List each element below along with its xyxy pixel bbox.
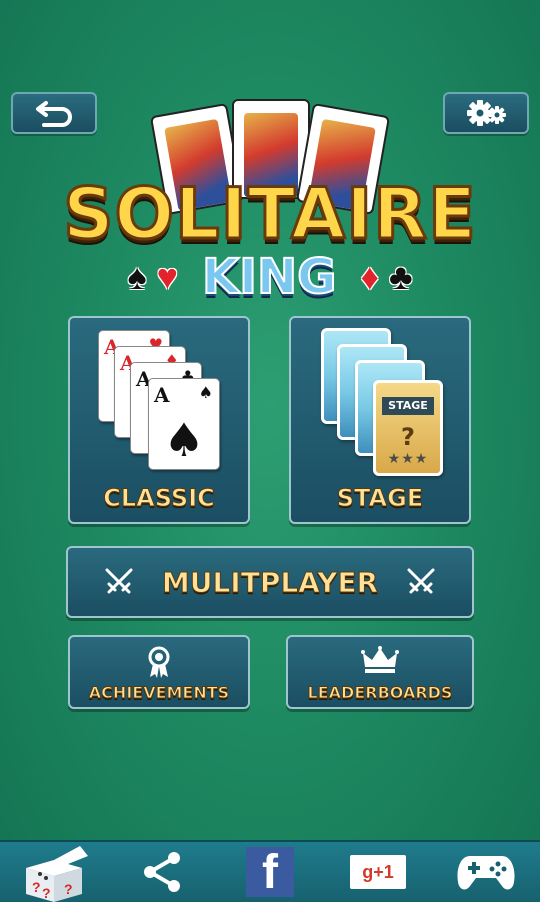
svg-text:?: ? xyxy=(64,881,73,897)
leaderboards-button[interactable]: LEADERBOARDS xyxy=(286,635,474,709)
stage-card-tag: STAGE xyxy=(382,397,434,415)
google-plus-icon: g+1 xyxy=(350,855,406,889)
multiplayer-label: MULITPLAYER xyxy=(161,565,379,599)
game-services-button[interactable] xyxy=(441,842,531,902)
classic-cards-illustration: A ♥ A ♦ A ♣ A ♠ ♠ xyxy=(70,318,248,478)
stage-card-locked: STAGE ? ★★★ xyxy=(373,380,443,476)
achievements-label: ACHIEVEMENTS xyxy=(88,683,230,703)
logo-subtitle-row: ♠ ♥ KING ♦ ♣ xyxy=(0,247,540,307)
club-icon: ♣ xyxy=(388,256,413,297)
stage-label: STAGE xyxy=(336,484,424,513)
logo-subtitle: KING xyxy=(201,248,338,306)
achievements-button[interactable]: ACHIEVEMENTS xyxy=(68,635,250,709)
stage-cards-illustration: STAGE ? ★★★ xyxy=(291,318,469,478)
facebook-button[interactable]: f xyxy=(225,842,315,902)
game-logo: SOLITAIRE ♠ ♥ KING ♦ ♣ xyxy=(0,95,540,307)
share-icon xyxy=(144,852,180,892)
diamond-icon: ♦ xyxy=(360,256,379,297)
ace-spades-card: A ♠ ♠ xyxy=(148,378,220,470)
medal-icon xyxy=(148,646,170,678)
classic-mode-button[interactable]: A ♥ A ♦ A ♣ A ♠ ♠ CLASSIC xyxy=(68,316,250,524)
classic-label: CLASSIC xyxy=(103,484,216,513)
crossed-swords-icon xyxy=(407,568,435,594)
crossed-swords-icon xyxy=(105,568,133,594)
heart-icon: ♥ xyxy=(156,256,178,297)
svg-text:?: ? xyxy=(42,885,51,901)
spade-icon: ♠ xyxy=(127,256,147,297)
more-games-button[interactable]: ? ? ? xyxy=(9,842,99,902)
crown-icon xyxy=(361,646,399,673)
gamepad-icon xyxy=(457,856,515,890)
leaderboards-label: LEADERBOARDS xyxy=(307,683,453,703)
stage-mode-button[interactable]: STAGE ? ★★★ STAGE xyxy=(289,316,471,524)
share-button[interactable] xyxy=(117,842,207,902)
multiplayer-button[interactable]: MULITPLAYER xyxy=(66,546,474,618)
question-mark-icon: ? xyxy=(401,423,415,451)
bottom-bar: ? ? ? f g+1 xyxy=(0,840,540,902)
svg-text:?: ? xyxy=(32,879,41,895)
google-plus-button[interactable]: g+1 xyxy=(333,842,423,902)
facebook-icon: f xyxy=(246,847,294,897)
gift-box-icon: ? ? ? xyxy=(26,846,88,902)
star-rating-icon: ★★★ xyxy=(387,450,429,466)
logo-title: SOLITAIRE xyxy=(62,172,478,257)
